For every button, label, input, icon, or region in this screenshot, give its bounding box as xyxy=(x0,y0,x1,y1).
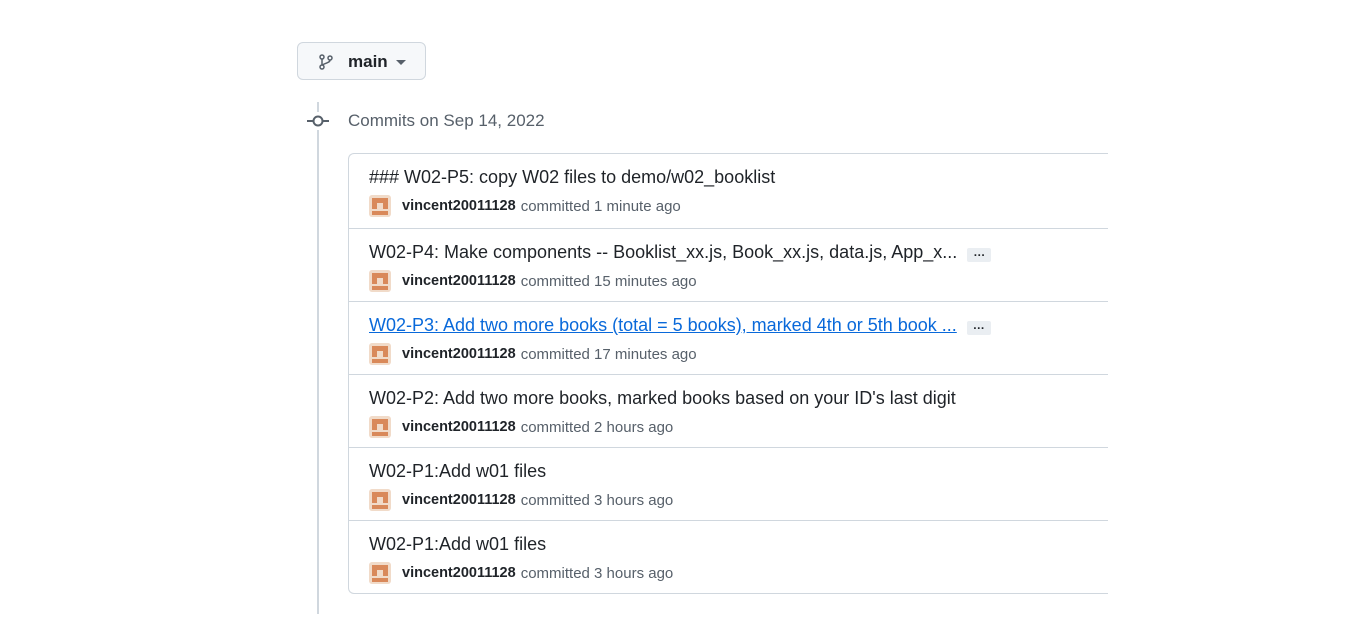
avatar[interactable] xyxy=(369,270,391,292)
commit-title[interactable]: W02-P1:Add w01 files xyxy=(369,461,546,482)
commit-row: W02-P4: Make components -- Booklist_xx.j… xyxy=(349,228,1108,301)
commit-title[interactable]: ### W02-P5: copy W02 files to demo/w02_b… xyxy=(369,167,775,188)
author-link[interactable]: vincent20011128 xyxy=(402,492,516,508)
commit-time: committed 15 minutes ago xyxy=(520,272,697,290)
author-link[interactable]: vincent20011128 xyxy=(402,419,516,435)
commit-title-text[interactable]: ### W02-P5: copy W02 files to demo/w02_b… xyxy=(369,167,775,187)
git-branch-icon xyxy=(319,54,333,70)
commit-time: committed 3 hours ago xyxy=(520,564,674,582)
expand-message-button[interactable]: … xyxy=(967,246,992,262)
chevron-down-icon xyxy=(396,60,406,65)
commit-title-link[interactable]: W02-P3: Add two more books (total = 5 bo… xyxy=(369,315,957,335)
commit-time: committed 2 hours ago xyxy=(520,418,674,436)
commit-row: W02-P2: Add two more books, marked books… xyxy=(349,374,1108,447)
avatar[interactable] xyxy=(369,343,391,365)
git-commit-icon xyxy=(307,112,329,130)
commit-meta: vincent20011128 committed 3 hours ago xyxy=(369,489,673,511)
avatar[interactable] xyxy=(369,562,391,584)
avatar[interactable] xyxy=(369,416,391,438)
commit-title-text[interactable]: W02-P2: Add two more books, marked books… xyxy=(369,388,956,408)
commit-title-text[interactable]: W02-P1:Add w01 files xyxy=(369,534,546,554)
branch-selector-button[interactable]: main xyxy=(297,42,426,80)
commit-title[interactable]: W02-P3: Add two more books (total = 5 bo… xyxy=(369,315,991,336)
commit-meta: vincent20011128 committed 2 hours ago xyxy=(369,416,673,438)
commit-meta: vincent20011128 committed 15 minutes ago xyxy=(369,270,697,292)
commit-time: committed 3 hours ago xyxy=(520,491,674,509)
commit-title-text[interactable]: W02-P1:Add w01 files xyxy=(369,461,546,481)
commit-title[interactable]: W02-P1:Add w01 files xyxy=(369,534,546,555)
commit-row: W02-P1:Add w01 files vincent20011128 com… xyxy=(349,520,1108,593)
commit-list: ### W02-P5: copy W02 files to demo/w02_b… xyxy=(348,153,1108,594)
commit-meta: vincent20011128 committed 17 minutes ago xyxy=(369,343,697,365)
commits-page: main Commits on Sep 14, 2022 ### W02-P5:… xyxy=(0,0,1350,629)
commit-time: committed 17 minutes ago xyxy=(520,345,697,363)
author-link[interactable]: vincent20011128 xyxy=(402,346,516,362)
author-link[interactable]: vincent20011128 xyxy=(402,198,516,214)
author-link[interactable]: vincent20011128 xyxy=(402,565,516,581)
avatar[interactable] xyxy=(369,489,391,511)
commit-group-date: Commits on Sep 14, 2022 xyxy=(348,111,545,130)
commit-row: ### W02-P5: copy W02 files to demo/w02_b… xyxy=(349,154,1108,228)
author-link[interactable]: vincent20011128 xyxy=(402,273,516,289)
expand-message-button[interactable]: … xyxy=(966,319,991,335)
commit-row: W02-P1:Add w01 files vincent20011128 com… xyxy=(349,447,1108,520)
commit-title[interactable]: W02-P2: Add two more books, marked books… xyxy=(369,388,956,409)
commit-meta: vincent20011128 committed 3 hours ago xyxy=(369,562,673,584)
branch-name: main xyxy=(348,52,388,71)
commit-title-text[interactable]: W02-P4: Make components -- Booklist_xx.j… xyxy=(369,242,957,262)
avatar[interactable] xyxy=(369,195,391,217)
commit-row: W02-P3: Add two more books (total = 5 bo… xyxy=(349,301,1108,374)
commit-title[interactable]: W02-P4: Make components -- Booklist_xx.j… xyxy=(369,242,992,263)
timeline-line xyxy=(317,102,319,614)
commit-time: committed 1 minute ago xyxy=(520,197,681,215)
commit-meta: vincent20011128 committed 1 minute ago xyxy=(369,195,681,217)
